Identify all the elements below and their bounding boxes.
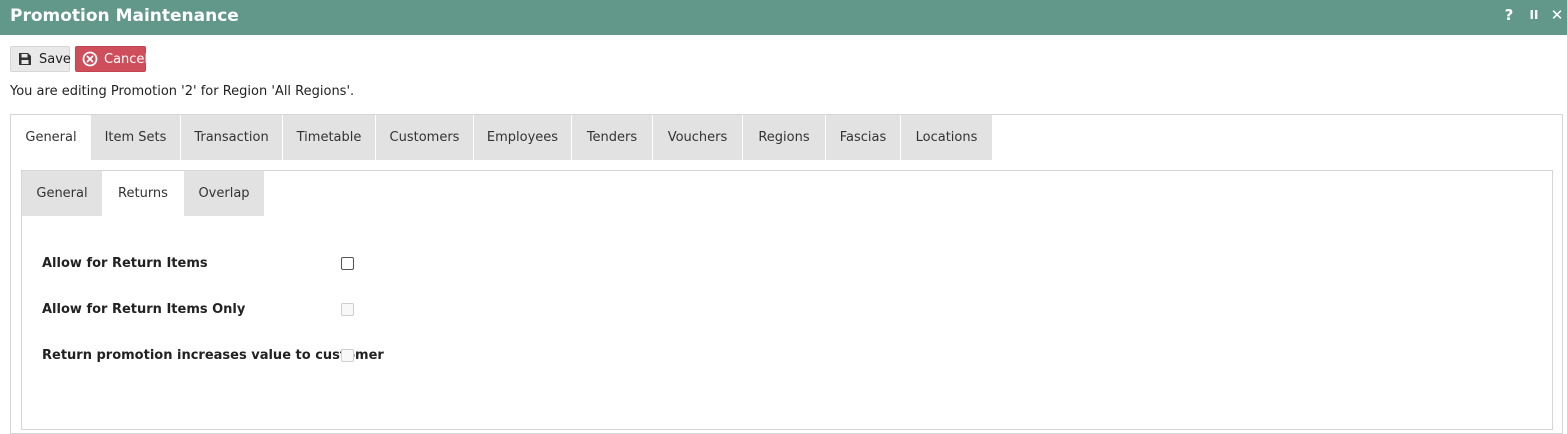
subtab-overlap[interactable]: Overlap xyxy=(184,171,264,216)
tab-customers[interactable]: Customers xyxy=(376,115,473,160)
tab-tenders[interactable]: Tenders xyxy=(572,115,652,160)
tab-fascias[interactable]: Fascias xyxy=(826,115,900,160)
title-bar: Promotion Maintenance ? II ✕ xyxy=(0,0,1567,35)
window-title: Promotion Maintenance xyxy=(10,6,239,26)
tab-transaction[interactable]: Transaction xyxy=(181,115,282,160)
tab-item-sets[interactable]: Item Sets xyxy=(91,115,180,160)
tab-general[interactable]: General xyxy=(11,115,91,160)
cancel-label: Cancel xyxy=(104,51,149,67)
return-increases-value-checkbox[interactable] xyxy=(341,349,354,362)
cancel-button[interactable]: Cancel xyxy=(75,46,149,72)
subtab-general[interactable]: General xyxy=(22,171,102,216)
allow-return-items-label: Allow for Return Items xyxy=(42,256,208,271)
tab-vouchers[interactable]: Vouchers xyxy=(653,115,742,160)
allow-return-items-only-checkbox[interactable] xyxy=(341,303,354,316)
close-icon[interactable]: ✕ xyxy=(1549,6,1565,24)
return-increases-value-label: Return promotion increases value to cust… xyxy=(42,348,384,363)
cancel-circle-icon xyxy=(82,51,98,67)
editing-status-message: You are editing Promotion '2' for Region… xyxy=(10,84,355,99)
save-label: Save xyxy=(39,51,71,67)
allow-return-items-checkbox[interactable] xyxy=(341,257,354,270)
tab-timetable[interactable]: Timetable xyxy=(283,115,375,160)
allow-return-items-only-label: Allow for Return Items Only xyxy=(42,302,246,317)
help-icon[interactable]: ? xyxy=(1501,6,1517,24)
floppy-disk-icon xyxy=(17,51,33,67)
pause-icon[interactable]: II xyxy=(1526,6,1542,24)
tab-locations[interactable]: Locations xyxy=(901,115,992,160)
save-button[interactable]: Save xyxy=(10,46,71,72)
tab-regions[interactable]: Regions xyxy=(743,115,825,160)
subtab-returns[interactable]: Returns xyxy=(102,171,184,216)
tab-employees[interactable]: Employees xyxy=(474,115,571,160)
